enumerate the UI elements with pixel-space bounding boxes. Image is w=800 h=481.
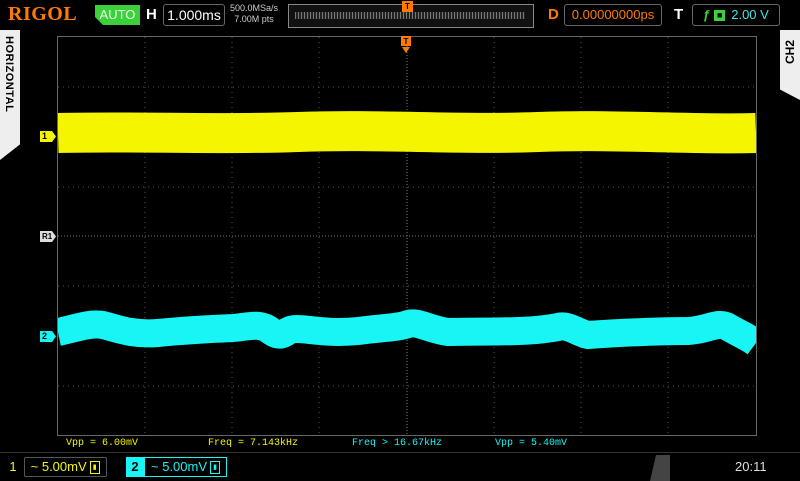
- memory-trigger-position: T: [402, 1, 413, 12]
- ch2-scale: 5.00mV: [162, 459, 208, 474]
- ch2-coupling: ~: [151, 459, 159, 474]
- trigger-readout[interactable]: ƒ ■ 2.00 V: [692, 4, 780, 26]
- horizontal-label: H: [146, 6, 157, 23]
- system-clock: 20:11: [735, 459, 767, 474]
- ch2-tab-label: CH2: [783, 40, 797, 65]
- ch2-number: 2: [126, 457, 144, 477]
- bottom-status-bar: 1 ~ 5.00mV ▮ 2 ~ 5.00mV ▮: [0, 452, 800, 481]
- bottom-bar-tab: [650, 455, 670, 481]
- ch1-scale: 5.00mV: [41, 459, 87, 474]
- top-status-bar: RIGOL AUTO H 1.000ms 500.0MSa/s 7.00M pt…: [0, 0, 800, 30]
- square-source-icon: ■: [714, 10, 726, 22]
- acquisition-info: 500.0MSa/s 7.00M pts: [230, 3, 278, 25]
- measurement-ch2-freq[interactable]: Freq > 16.67kHz: [352, 438, 442, 449]
- run-state-badge[interactable]: AUTO: [95, 5, 140, 25]
- ch2-impedance-icon: ▮: [210, 461, 221, 475]
- memory-depth: 7.00M pts: [234, 14, 274, 24]
- grid-svg: [58, 37, 756, 435]
- ch2-menu-tab[interactable]: CH2: [780, 30, 800, 100]
- waveform-grid[interactable]: [57, 36, 757, 436]
- measurement-ch2-vpp[interactable]: Vpp = 5.40mV: [495, 438, 567, 449]
- ch2-status[interactable]: 2 ~ 5.00mV ▮: [126, 457, 238, 477]
- trigger-position-marker[interactable]: T: [401, 36, 411, 54]
- svg-text:T: T: [404, 37, 409, 46]
- rising-edge-icon: ƒ: [703, 7, 711, 22]
- delay-label: D: [548, 6, 559, 23]
- measurement-ch1-vpp[interactable]: Vpp = 6.00mV: [66, 438, 138, 449]
- ch1-scale-box: ~ 5.00mV ▮: [23, 457, 107, 477]
- delay-readout[interactable]: 0.00000000ps: [564, 4, 662, 26]
- trigger-label: T: [674, 6, 684, 23]
- sample-rate: 500.0MSa/s: [230, 3, 279, 13]
- memory-overview-waveform: [295, 12, 525, 19]
- ch1-waveform: [58, 107, 756, 159]
- timebase-readout[interactable]: 1.000ms: [163, 4, 225, 26]
- trigger-level: 2.00 V: [731, 7, 769, 22]
- ch1-offset-marker[interactable]: 1: [40, 131, 56, 142]
- ch2-scale-box: ~ 5.00mV ▮: [144, 457, 228, 477]
- ch1-coupling: ~: [30, 459, 39, 474]
- memory-overview-bar[interactable]: T: [288, 1, 534, 28]
- horizontal-tab-label: HORIZONTAL: [3, 36, 15, 113]
- ch1-impedance-icon: ▮: [89, 461, 100, 475]
- ch1-status[interactable]: 1 ~ 5.00mV ▮: [6, 457, 116, 477]
- ch1-number: 1: [9, 459, 17, 474]
- horizontal-menu-tab[interactable]: HORIZONTAL: [0, 30, 20, 160]
- ref-offset-marker[interactable]: R1: [40, 231, 56, 242]
- ch2-waveform: [58, 309, 756, 355]
- brand-logo: RIGOL: [8, 3, 78, 25]
- ch2-offset-marker[interactable]: 2: [40, 331, 56, 342]
- measurement-ch1-freq[interactable]: Freq = 7.143kHz: [208, 438, 298, 449]
